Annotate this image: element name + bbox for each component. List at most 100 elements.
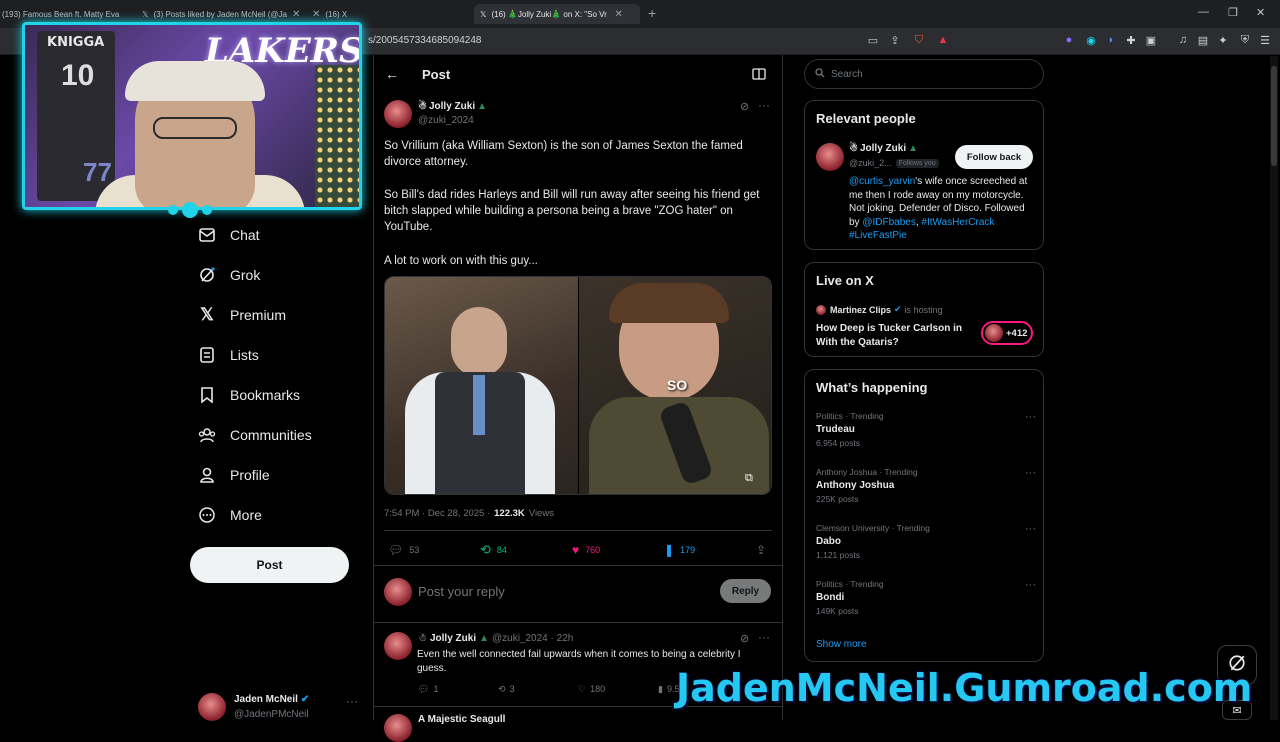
minimize-icon[interactable]: — <box>1198 6 1209 18</box>
restore-icon[interactable]: ❐ <box>1228 6 1238 19</box>
reply-action[interactable]: 💬︎ 1 <box>418 684 438 695</box>
scrollbar-thumb[interactable] <box>1271 66 1277 166</box>
trend-name: Anthony Joshua <box>816 480 895 491</box>
snowman-icon: ☃ <box>418 633 427 644</box>
nav-label: Premium <box>230 307 287 323</box>
more-dots-icon[interactable]: ··· <box>346 694 358 708</box>
leo-icon[interactable]: ✦ <box>1216 33 1230 47</box>
author-handle[interactable]: @zuki_2024 <box>418 115 474 126</box>
reply-input[interactable]: Post your reply <box>418 584 505 599</box>
extensions-puzzle-icon[interactable]: ✚ <box>1124 33 1138 47</box>
wallet-icon[interactable]: ▤ <box>1196 33 1210 47</box>
close-window-icon[interactable]: ✕ <box>1256 6 1265 19</box>
nav-communities[interactable]: Communities <box>198 423 312 447</box>
menu-icon[interactable]: ☰ <box>1258 33 1272 47</box>
extension-icon[interactable]: ● <box>1062 33 1076 47</box>
like-action[interactable]: ♥ 760 <box>572 543 600 557</box>
tweet-time[interactable]: 7:54 PM · Dec 28, 2025 · <box>384 508 490 519</box>
nav-more[interactable]: More <box>198 503 262 527</box>
show-more-link[interactable]: Show more <box>816 639 867 650</box>
browser-tab[interactable]: 𝕏 (3) Posts liked by Jaden McNeil (@Ja ✕ <box>142 4 302 24</box>
tweet-author-avatar[interactable] <box>384 714 412 742</box>
more-dots-icon[interactable]: ··· <box>1025 579 1036 591</box>
account-switcher[interactable]: Jaden McNeil ✔ @JadenPMcNeil ··· <box>198 690 368 721</box>
tweet-author-avatar[interactable] <box>384 100 412 128</box>
sidebar-icon[interactable]: ▣ <box>1144 33 1158 47</box>
tree-icon: ▲ <box>479 633 489 644</box>
grok-icon[interactable]: ⊘ <box>740 100 749 113</box>
back-arrow-icon[interactable]: ← <box>385 66 399 82</box>
browser-tab-active[interactable]: 𝕏 (16) 🎄Jolly Zuki🎄 on X: "So Vr ✕ <box>474 4 640 24</box>
browser-tab[interactable]: ✕ (16) X <box>312 4 372 24</box>
nav-chat[interactable]: Chat <box>198 223 260 247</box>
nav-profile[interactable]: Profile <box>198 463 270 487</box>
nav-label: Profile <box>230 467 270 483</box>
post-button[interactable]: Post <box>190 547 349 583</box>
bookmark-action[interactable]: ❚ 179 <box>664 543 695 557</box>
share-action[interactable]: ⇪ <box>756 543 766 557</box>
reader-mode-icon[interactable] <box>752 67 766 80</box>
person-handle[interactable]: @zuki_2... <box>849 158 892 168</box>
avatar[interactable] <box>816 143 844 171</box>
scrollbar[interactable] <box>1270 56 1278 720</box>
avatar <box>384 578 412 606</box>
cast-icon[interactable]: ▭ <box>866 33 880 47</box>
bio-mention-link[interactable]: @IDFbabes <box>862 217 916 228</box>
like-action[interactable]: ♡ 180 <box>578 684 605 695</box>
close-icon[interactable]: ✕ <box>614 9 622 20</box>
tweet-paragraph: So Bill's dad rides Harleys and Bill wil… <box>384 189 760 233</box>
trend-context: Clemson University · Trending <box>816 523 930 533</box>
trend-posts: 1,121 posts <box>816 550 860 560</box>
more-dots-icon[interactable]: ··· <box>1025 467 1036 479</box>
trend-name: Trudeau <box>816 424 855 435</box>
person-name[interactable]: ☃ Jolly Zuki ▲ <box>849 143 918 154</box>
tweet-author-avatar[interactable] <box>384 632 412 660</box>
brave-shield-icon[interactable]: ⛉ <box>912 33 926 47</box>
person-name-text: Jolly Zuki <box>859 143 907 154</box>
nav-lists[interactable]: Lists <box>198 343 259 367</box>
more-dots-icon[interactable]: ··· <box>1025 523 1036 535</box>
nav-bookmarks[interactable]: Bookmarks <box>198 383 300 407</box>
browser-tab[interactable]: (193) Famous Bean ft. Matty Eva <box>2 4 122 24</box>
media-edit-icon[interactable]: ⧉ <box>745 472 753 485</box>
trend-item[interactable]: Clemson University · Trending Dabo 1,121… <box>816 523 1036 563</box>
trend-item[interactable]: Politics · Trending Bondi 149K posts ··· <box>816 579 1036 619</box>
close-icon[interactable]: ✕ <box>292 9 300 20</box>
nav-premium[interactable]: 𝕏 Premium <box>198 303 286 327</box>
share-icon[interactable]: ⇪ <box>888 33 902 47</box>
live-host[interactable]: Martinez Clips ✔ is hosting <box>830 304 943 315</box>
extension-icon[interactable]: ◉ <box>1084 33 1098 47</box>
bookmark-icon <box>198 386 216 404</box>
brave-rewards-icon[interactable]: ▲ <box>936 33 950 47</box>
close-icon[interactable]: ✕ <box>312 9 320 20</box>
music-icon[interactable]: ♫ <box>1176 33 1190 47</box>
trend-item[interactable]: Politics · Trending Trudeau 6,954 posts … <box>816 411 1036 451</box>
extension-icon[interactable]: ◗ <box>1104 33 1118 47</box>
tweet-author[interactable]: ☃ Jolly Zuki ▲ @zuki_2024 · 22h <box>418 633 573 644</box>
tweet-author[interactable]: ☃ Jolly Zuki ▲ <box>418 101 487 112</box>
bio-hashtag-link[interactable]: #LiveFastPie <box>849 230 907 241</box>
space-title[interactable]: How Deep is Tucker Carlson in With the Q… <box>816 322 976 349</box>
account-handle: @JadenPMcNeil <box>234 709 309 720</box>
reply-action[interactable]: 💬︎ 53 <box>388 543 419 557</box>
tweet-paragraph: So Vrillium (aka William Sexton) is the … <box>384 140 743 168</box>
nav-grok[interactable]: Grok <box>198 263 260 287</box>
listeners-badge[interactable]: +412 <box>981 321 1033 345</box>
bio-hashtag-link[interactable]: #ItWasHerCrack <box>921 217 994 228</box>
bio-mention-link[interactable]: @curtis_yarvin <box>849 176 915 187</box>
more-dots-icon[interactable]: ··· <box>758 630 770 644</box>
repost-action[interactable]: ⟲ 84 <box>480 542 507 557</box>
vpn-icon[interactable]: ⛨ <box>1238 33 1252 47</box>
like-count: 180 <box>590 684 606 694</box>
more-dots-icon[interactable]: ··· <box>1025 411 1036 423</box>
new-tab-button[interactable]: + <box>648 5 656 21</box>
grok-icon[interactable]: ⊘ <box>740 632 749 645</box>
url-text[interactable]: s/2005457334685094248 <box>368 35 481 46</box>
follow-back-button[interactable]: Follow back <box>955 145 1033 169</box>
more-dots-icon[interactable]: ··· <box>758 98 770 112</box>
search-input[interactable]: Search <box>804 59 1044 89</box>
trend-item[interactable]: Anthony Joshua · Trending Anthony Joshua… <box>816 467 1036 507</box>
reply-button[interactable]: Reply <box>720 579 771 603</box>
tweet-media[interactable]: SO ⧉ <box>384 276 772 495</box>
repost-action[interactable]: ⟲ 3 <box>498 684 515 695</box>
